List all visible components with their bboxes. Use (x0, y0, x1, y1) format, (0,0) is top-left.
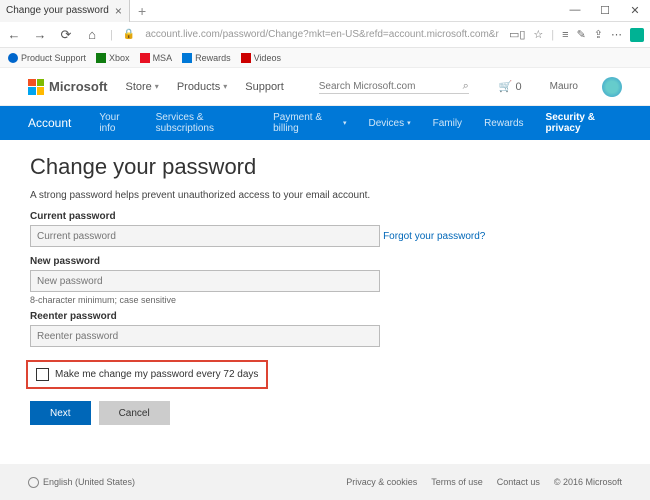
chevron-down-icon: ▾ (343, 119, 347, 127)
favorite-icon[interactable]: ☆ (533, 28, 543, 41)
chevron-down-icon: ▾ (223, 82, 227, 91)
periodic-change-row: Make me change my password every 72 days (26, 360, 268, 389)
new-password-label: New password (30, 256, 620, 267)
extension-icon[interactable] (630, 28, 644, 42)
avatar[interactable] (602, 77, 622, 97)
password-hint: 8-character minimum; case sensitive (30, 295, 620, 305)
chevron-down-icon: ▾ (155, 82, 159, 91)
microsoft-logo[interactable]: Microsoft (28, 79, 108, 95)
page-subtitle: A strong password helps prevent unauthor… (30, 190, 620, 201)
footer-privacy[interactable]: Privacy & cookies (346, 477, 417, 487)
fav-videos[interactable]: Videos (241, 53, 281, 63)
address-bar: ← → ⟳ ⌂ | 🔒 account.live.com/password/Ch… (0, 22, 650, 48)
toolbar-icons: ▭▯ ☆ | ≡ ✎ ⇪ ⋯ (509, 28, 644, 42)
nav-payment[interactable]: Payment & billing▾ (273, 112, 346, 134)
browser-titlebar: Change your password × + — ☐ ✕ (0, 0, 650, 22)
menu-products[interactable]: Products▾ (177, 81, 227, 93)
menu-store[interactable]: Store▾ (126, 81, 159, 93)
next-button[interactable]: Next (30, 401, 91, 425)
share-icon[interactable]: ⇪ (594, 28, 603, 41)
fav-msa[interactable]: MSA (140, 53, 173, 63)
cancel-button[interactable]: Cancel (99, 401, 170, 425)
menu-support[interactable]: Support (245, 81, 284, 93)
browser-tab[interactable]: Change your password × (0, 0, 130, 22)
periodic-change-label: Make me change my password every 72 days (55, 369, 258, 380)
close-window-icon[interactable]: ✕ (620, 4, 650, 17)
hub-icon[interactable]: ≡ (562, 29, 568, 41)
forward-icon[interactable]: → (32, 27, 48, 42)
home-icon[interactable]: ⌂ (84, 27, 100, 42)
fav-product-support[interactable]: Product Support (8, 53, 86, 63)
forgot-password-link[interactable]: Forgot your password? (383, 231, 485, 242)
nav-security-privacy[interactable]: Security & privacy (546, 112, 622, 134)
reading-view-icon[interactable]: ▭▯ (509, 28, 525, 41)
search-input[interactable] (319, 81, 463, 92)
notes-icon[interactable]: ✎ (577, 28, 586, 41)
logo-icon (28, 79, 44, 95)
tab-close-icon[interactable]: × (115, 4, 122, 18)
fav-rewards[interactable]: Rewards (182, 53, 231, 63)
new-tab-button[interactable]: + (130, 3, 154, 19)
nav-rewards[interactable]: Rewards (484, 118, 523, 129)
current-password-label: Current password (30, 211, 620, 222)
minimize-icon[interactable]: — (560, 4, 590, 17)
lock-icon: 🔒 (123, 29, 135, 40)
nav-devices[interactable]: Devices▾ (369, 118, 411, 129)
current-password-input[interactable] (30, 225, 380, 247)
site-footer: English (United States) Privacy & cookie… (0, 464, 650, 500)
nav-services[interactable]: Services & subscriptions (156, 112, 251, 134)
footer-copyright: © 2016 Microsoft (554, 477, 622, 487)
account-nav: Account Your info Services & subscriptio… (0, 106, 650, 140)
reenter-password-label: Reenter password (30, 311, 620, 322)
nav-family[interactable]: Family (433, 118, 462, 129)
page-title: Change your password (30, 154, 620, 180)
nav-your-info[interactable]: Your info (99, 112, 133, 134)
footer-terms[interactable]: Terms of use (431, 477, 483, 487)
refresh-icon[interactable]: ⟳ (58, 27, 74, 43)
globe-icon (28, 477, 39, 488)
window-controls: — ☐ ✕ (560, 4, 650, 17)
back-icon[interactable]: ← (6, 27, 22, 42)
nav-account[interactable]: Account (28, 116, 71, 130)
site-header: Microsoft Store▾ Products▾ Support ⌕ 🛒 0… (0, 68, 650, 106)
footer-contact[interactable]: Contact us (497, 477, 540, 487)
chevron-down-icon: ▾ (407, 119, 411, 127)
periodic-change-checkbox[interactable] (36, 368, 49, 381)
logo-text: Microsoft (49, 79, 108, 94)
url-text[interactable]: account.live.com/password/Change?mkt=en-… (145, 29, 499, 40)
more-icon[interactable]: ⋯ (611, 28, 622, 41)
tab-title: Change your password (6, 5, 109, 16)
cart-button[interactable]: 🛒 0 (499, 80, 522, 93)
page: Microsoft Store▾ Products▾ Support ⌕ 🛒 0… (0, 68, 650, 439)
search-icon[interactable]: ⌕ (463, 80, 469, 93)
search-box[interactable]: ⌕ (319, 80, 469, 94)
maximize-icon[interactable]: ☐ (590, 4, 620, 17)
main-content: Change your password A strong password h… (0, 140, 650, 439)
fav-xbox[interactable]: Xbox (96, 53, 130, 63)
reenter-password-input[interactable] (30, 325, 380, 347)
favorites-bar: Product Support Xbox MSA Rewards Videos (0, 48, 650, 68)
language-selector[interactable]: English (United States) (28, 477, 135, 488)
user-name[interactable]: Mauro (550, 81, 578, 92)
new-password-input[interactable] (30, 270, 380, 292)
